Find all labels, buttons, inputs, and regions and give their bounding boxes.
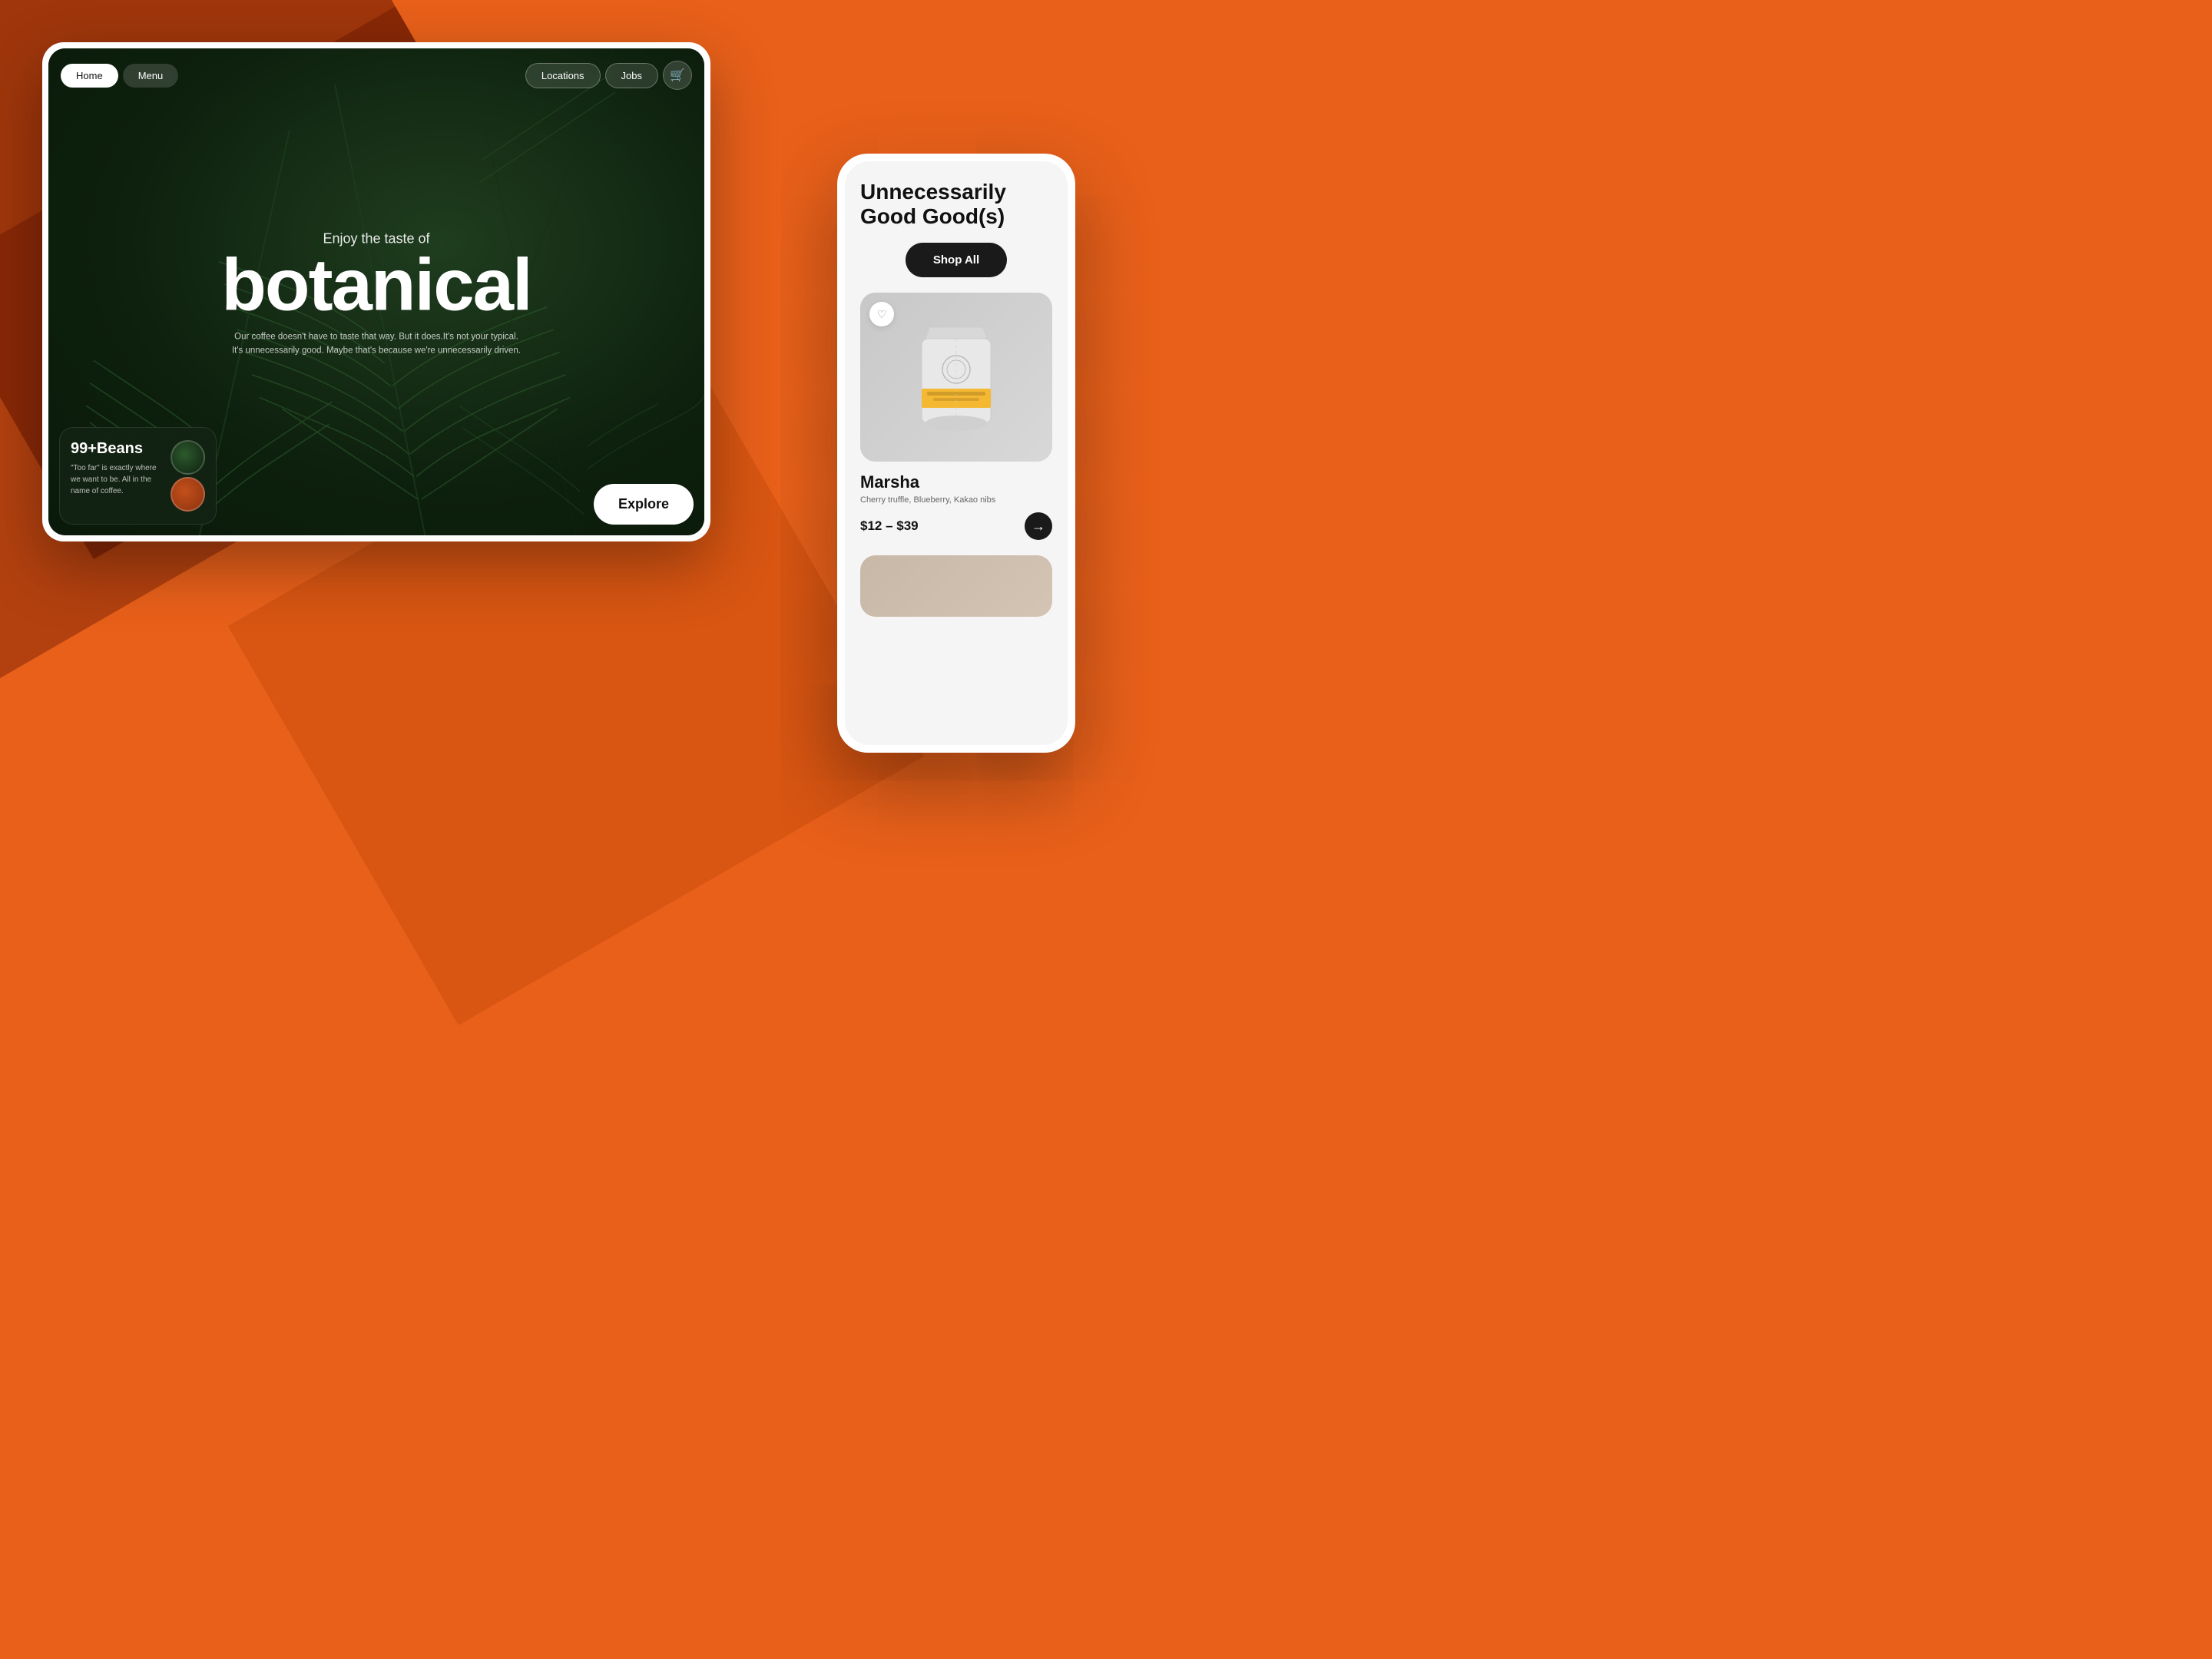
phone-heading-line1: Unnecessarily xyxy=(860,180,1006,204)
phone-heading: Unnecessarily Good Good(s) xyxy=(860,180,1052,229)
arrow-icon: → xyxy=(1031,518,1045,535)
coffee-bag-illustration xyxy=(910,316,1002,439)
beans-title: 99+Beans xyxy=(71,440,163,458)
favorite-button[interactable]: ♡ xyxy=(869,302,894,326)
product-image-area: ♡ xyxy=(860,293,1052,462)
phone-screen: Unnecessarily Good Good(s) Shop All xyxy=(845,161,1068,745)
bottom-area: 99+Beans "Too far" is exactly where we w… xyxy=(59,427,694,525)
explore-button[interactable]: Explore xyxy=(594,484,694,525)
beans-circles xyxy=(171,440,205,512)
product-name: Marsha xyxy=(860,472,1052,492)
phone-heading-line2: Good Good(s) xyxy=(860,204,1005,228)
nav-jobs-button[interactable]: Jobs xyxy=(605,63,658,88)
nav-locations-button[interactable]: Locations xyxy=(525,63,601,88)
product-card: ♡ xyxy=(860,293,1052,462)
bean-circle-green xyxy=(171,440,205,475)
shop-all-button[interactable]: Shop All xyxy=(906,243,1007,277)
second-product-card xyxy=(860,555,1052,617)
beans-text-area: 99+Beans "Too far" is exactly where we w… xyxy=(71,440,163,497)
product-price-row: $12 – $39 → xyxy=(860,512,1052,540)
tablet-screen: Home Menu Locations Jobs 🛒 Enjoy the tas… xyxy=(48,48,704,535)
hero-description: Our coffee doesn't have to taste that wa… xyxy=(230,331,522,359)
nav-left-group: Home Menu xyxy=(61,64,178,88)
hero-section: Enjoy the taste of botanical Our coffee … xyxy=(98,230,655,358)
tablet-device: Home Menu Locations Jobs 🛒 Enjoy the tas… xyxy=(42,42,710,541)
nav-right-group: Locations Jobs 🛒 xyxy=(525,61,692,90)
phone-content-area: Unnecessarily Good Good(s) Shop All xyxy=(845,161,1068,617)
nav-menu-button[interactable]: Menu xyxy=(123,64,179,88)
beans-card: 99+Beans "Too far" is exactly where we w… xyxy=(59,427,217,525)
tablet-navbar: Home Menu Locations Jobs 🛒 xyxy=(61,61,692,90)
phone-device: Unnecessarily Good Good(s) Shop All xyxy=(837,154,1075,753)
nav-home-button[interactable]: Home xyxy=(61,64,118,88)
beans-description: "Too far" is exactly where we want to be… xyxy=(71,462,163,497)
add-to-cart-button[interactable]: → xyxy=(1025,512,1052,540)
heart-icon: ♡ xyxy=(877,308,887,321)
cart-button[interactable]: 🛒 xyxy=(663,61,692,90)
product-price: $12 – $39 xyxy=(860,518,919,534)
cart-icon: 🛒 xyxy=(670,68,685,83)
product-flavors: Cherry truffle, Blueberry, Kakao nibs xyxy=(860,495,1052,505)
product-info-section: Marsha Cherry truffle, Blueberry, Kakao … xyxy=(860,462,1052,548)
hero-title: botanical xyxy=(98,250,655,320)
bean-circle-orange xyxy=(171,477,205,512)
